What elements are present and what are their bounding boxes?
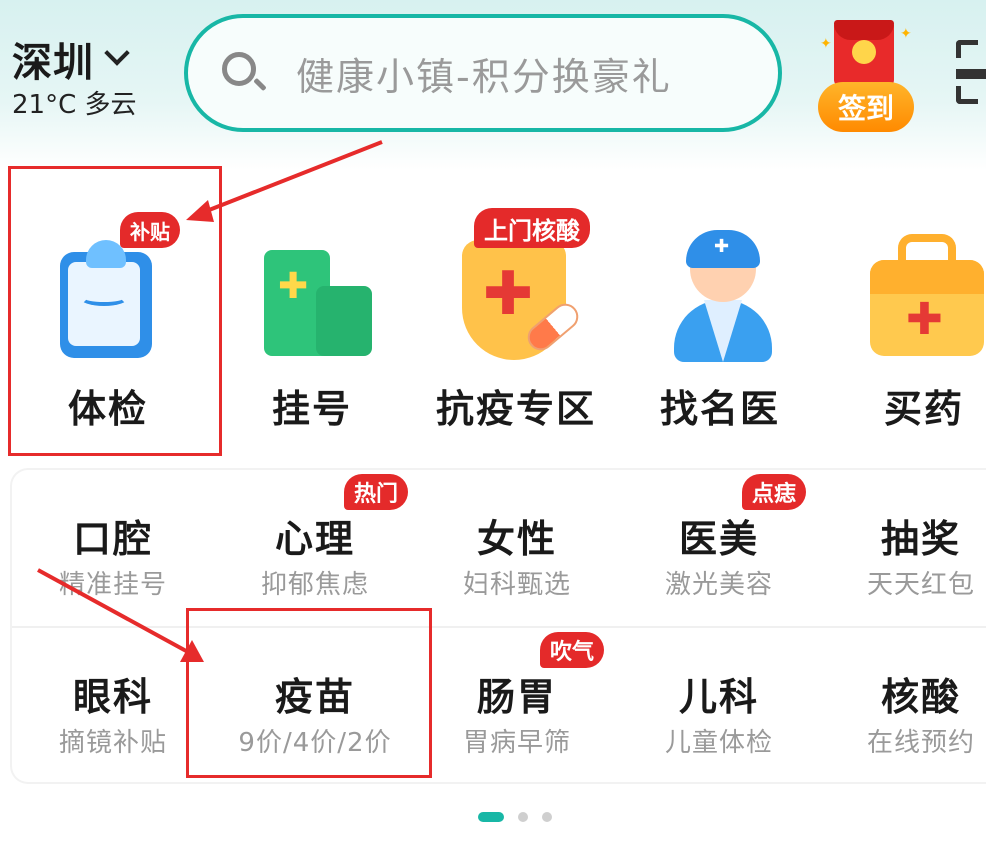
category-title: 眼科 <box>72 675 153 719</box>
checkin-label: 签到 <box>818 82 914 132</box>
category-psychology[interactable]: 心理 抑郁焦虑 热门 <box>214 470 416 626</box>
city-name: 深圳 <box>12 40 94 86</box>
category-subtitle: 精准挂号 <box>58 570 167 600</box>
category-lottery[interactable]: 抽奖 天天红包 <box>820 470 986 626</box>
page-dot[interactable] <box>518 812 528 822</box>
red-envelope-icon <box>834 20 894 86</box>
page-dot[interactable] <box>542 812 552 822</box>
badge-hot: 热门 <box>344 474 409 510</box>
category-title: 儿科 <box>678 675 759 719</box>
category-subtitle: 摘镜补贴 <box>58 728 167 758</box>
highlight-box-physical-exam <box>8 166 222 456</box>
weather-info: 21°C 多云 <box>12 90 137 120</box>
category-title: 抽奖 <box>880 517 961 561</box>
search-placeholder: 健康小镇-积分换豪礼 <box>296 54 672 99</box>
category-subtitle: 妇科甄选 <box>462 570 571 600</box>
highlight-box-vaccine <box>186 608 432 778</box>
sparkle-icon: ✦ <box>820 36 832 52</box>
category-nucleic-acid[interactable]: 核酸 在线预约 <box>820 628 986 784</box>
service-label: 抗疫专区 <box>435 387 596 431</box>
service-label: 找名医 <box>659 387 780 431</box>
category-subtitle: 胃病早筛 <box>462 728 571 758</box>
category-title: 医美 <box>678 517 759 561</box>
category-pediatrics[interactable]: 儿科 儿童体检 <box>618 628 820 784</box>
service-label: 买药 <box>883 387 964 431</box>
search-icon <box>220 50 267 96</box>
scan-icon[interactable] <box>956 40 986 104</box>
category-gastro[interactable]: 肠胃 胃病早筛 吹气 <box>416 628 618 784</box>
page-dot-active[interactable] <box>478 812 504 822</box>
badge-breath: 吹气 <box>540 632 605 668</box>
category-title: 女性 <box>476 517 557 561</box>
category-title: 心理 <box>274 517 355 561</box>
category-subtitle: 天天红包 <box>866 570 975 600</box>
shield-pill-icon: ✚ <box>456 230 584 360</box>
hospital-icon: ✚ <box>252 230 372 360</box>
service-covid-zone[interactable]: ✚ 上门核酸 抗疫专区 <box>416 200 616 440</box>
category-subtitle: 激光美容 <box>664 570 773 600</box>
category-subtitle: 在线预约 <box>866 728 975 758</box>
doctor-icon: ✚ <box>660 230 780 362</box>
service-find-doctor[interactable]: ✚ 找名医 <box>620 200 820 440</box>
checkin-button[interactable]: ✦ ✦ 签到 <box>812 16 916 132</box>
category-title: 肠胃 <box>476 675 557 719</box>
sparkle-icon: ✦ <box>900 26 912 42</box>
service-buy-medicine[interactable]: ✚ 买药 <box>824 200 986 440</box>
category-aesthetics[interactable]: 医美 激光美容 点痣 <box>618 470 820 626</box>
search-bar[interactable]: 健康小镇-积分换豪礼 <box>184 14 782 132</box>
page-indicator <box>478 812 552 822</box>
service-registration[interactable]: ✚ 挂号 <box>212 200 412 440</box>
category-subtitle: 抑郁焦虑 <box>260 570 369 600</box>
category-dental[interactable]: 口腔 精准挂号 <box>12 470 214 626</box>
service-label: 挂号 <box>271 387 352 431</box>
category-ophthalmology[interactable]: 眼科 摘镜补贴 <box>12 628 214 784</box>
chevron-down-icon <box>104 40 130 66</box>
category-subtitle: 儿童体检 <box>664 728 773 758</box>
badge-mole: 点痣 <box>742 474 807 510</box>
category-title: 口腔 <box>72 517 153 561</box>
medicine-box-icon: ✚ <box>864 230 984 360</box>
category-title: 核酸 <box>880 675 961 719</box>
category-women[interactable]: 女性 妇科甄选 <box>416 470 618 626</box>
badge-home-test: 上门核酸 <box>474 208 590 248</box>
city-selector[interactable]: 深圳 <box>12 30 130 88</box>
